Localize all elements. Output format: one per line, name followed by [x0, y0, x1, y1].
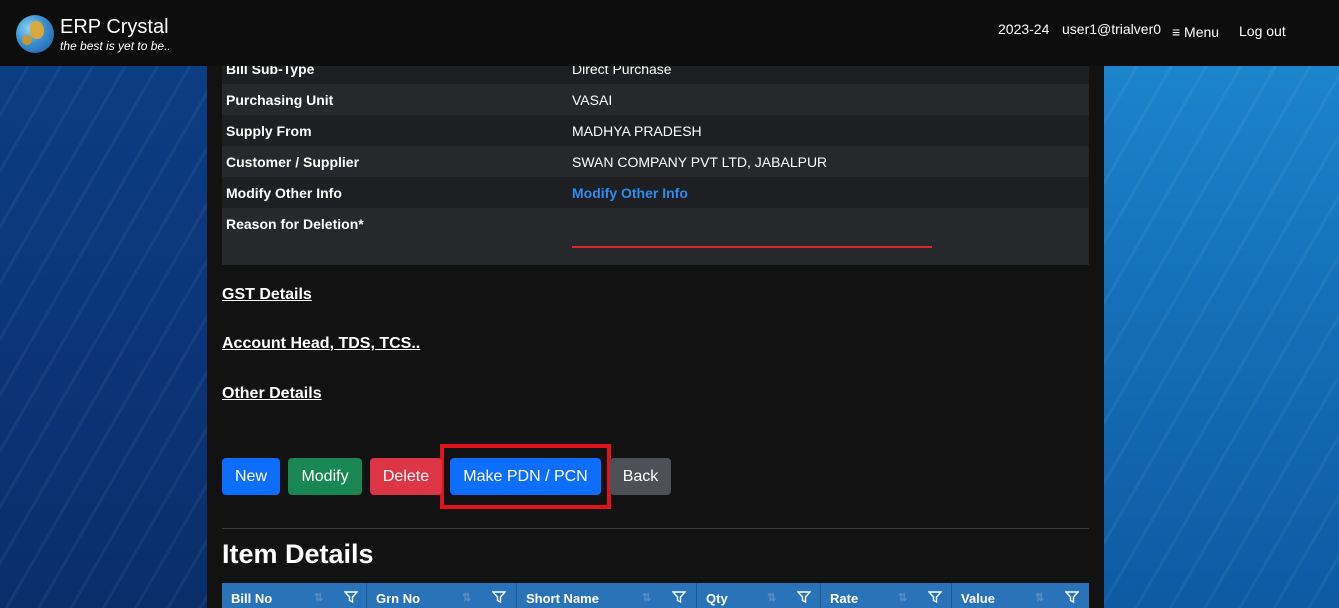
item-grid-header: Bill No ⇅ Grn No ⇅ Short Name ⇅ Qty ⇅ Ra… — [222, 583, 1089, 608]
column-header-grn-no[interactable]: Grn No ⇅ — [367, 583, 517, 608]
info-row-customer-supplier: Customer / Supplier SWAN COMPANY PVT LTD… — [222, 146, 1089, 177]
column-label: Short Name — [526, 591, 599, 606]
back-button[interactable]: Back — [610, 458, 671, 495]
info-row-reason-for-deletion: Reason for Deletion* — [222, 208, 1089, 265]
fiscal-year[interactable]: 2023-24 — [998, 21, 1049, 37]
info-label: Reason for Deletion* — [226, 216, 364, 232]
modify-button[interactable]: Modify — [288, 458, 362, 495]
sort-icon[interactable]: ⇅ — [314, 591, 323, 604]
sort-icon[interactable]: ⇅ — [1035, 591, 1044, 604]
app-tagline: the best is yet to be.. — [60, 39, 171, 53]
bill-info-table: Bill Sub-Type Direct Purchase Purchasing… — [222, 53, 1089, 265]
top-navbar: ERP Crystal the best is yet to be.. 2023… — [0, 0, 1339, 66]
gst-details-link[interactable]: GST Details — [222, 286, 312, 304]
sort-icon[interactable]: ⇅ — [642, 591, 651, 604]
modify-other-info-link[interactable]: Modify Other Info — [572, 185, 688, 201]
background-left — [0, 0, 207, 608]
item-details-title: Item Details — [222, 539, 374, 569]
filter-icon[interactable] — [1065, 591, 1079, 603]
delete-button[interactable]: Delete — [370, 458, 442, 495]
info-row-modify-other-info: Modify Other Info Modify Other Info — [222, 177, 1089, 208]
other-details-link[interactable]: Other Details — [222, 385, 322, 403]
make-pdn-pcn-button[interactable]: Make PDN / PCN — [450, 458, 601, 495]
globe-logo-icon[interactable] — [16, 15, 54, 53]
sort-icon[interactable]: ⇅ — [898, 591, 907, 604]
account-head-link[interactable]: Account Head, TDS, TCS.. — [222, 335, 420, 353]
info-value: MADHYA PRADESH — [572, 123, 702, 139]
column-label: Qty — [706, 591, 728, 606]
column-label: Rate — [830, 591, 859, 606]
background-right — [1104, 0, 1339, 608]
info-label: Supply From — [226, 123, 312, 139]
column-header-short-name[interactable]: Short Name ⇅ — [517, 583, 697, 608]
app-title[interactable]: ERP Crystal — [60, 16, 169, 39]
column-header-qty[interactable]: Qty ⇅ — [697, 583, 821, 608]
divider — [222, 528, 1089, 529]
reason-for-deletion-input[interactable] — [572, 230, 932, 248]
menu-button[interactable]: ≡ Menu — [1172, 24, 1219, 40]
info-value: SWAN COMPANY PVT LTD, JABALPUR — [572, 154, 828, 170]
column-label: Grn No — [376, 591, 421, 606]
column-label: Value — [961, 591, 995, 606]
user-name[interactable]: user1@trialver0 — [1062, 21, 1161, 37]
new-button[interactable]: New — [222, 458, 280, 495]
column-header-rate[interactable]: Rate ⇅ — [821, 583, 952, 608]
filter-icon[interactable] — [797, 591, 811, 603]
filter-icon[interactable] — [344, 591, 358, 603]
filter-icon[interactable] — [672, 591, 686, 603]
info-label: Customer / Supplier — [226, 154, 360, 170]
column-label: Bill No — [231, 591, 273, 606]
info-value: VASAI — [572, 92, 613, 108]
info-label: Modify Other Info — [226, 185, 342, 201]
info-row-supply-from: Supply From MADHYA PRADESH — [222, 115, 1089, 146]
sort-icon[interactable]: ⇅ — [767, 591, 776, 604]
filter-icon[interactable] — [492, 591, 506, 603]
sort-icon[interactable]: ⇅ — [462, 591, 471, 604]
column-header-bill-no[interactable]: Bill No ⇅ — [222, 583, 367, 608]
info-label: Purchasing Unit — [226, 92, 334, 108]
info-row-purchasing-unit: Purchasing Unit VASAI — [222, 84, 1089, 115]
logout-link[interactable]: Log out — [1239, 23, 1286, 39]
filter-icon[interactable] — [928, 591, 942, 603]
column-header-value[interactable]: Value ⇅ — [952, 583, 1089, 608]
